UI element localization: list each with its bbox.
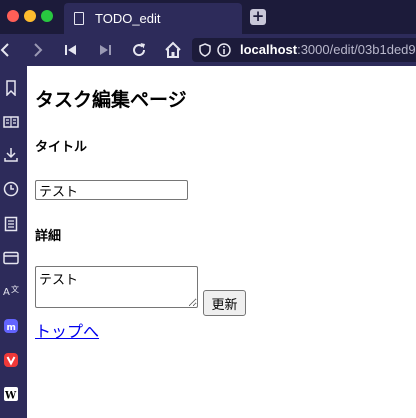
back-button[interactable] bbox=[0, 39, 12, 61]
window-titlebar: TODO_edit + bbox=[0, 0, 416, 34]
bookmark-icon[interactable] bbox=[2, 79, 20, 97]
fast-forward-icon bbox=[100, 45, 111, 55]
notes-icon[interactable] bbox=[2, 215, 20, 233]
browser-sidebar: A文 m W bbox=[0, 66, 27, 418]
info-icon bbox=[217, 43, 231, 57]
page-icon bbox=[74, 12, 84, 25]
address-bar[interactable]: localhost:3000/edit/03b1ded9 bbox=[192, 38, 416, 62]
reload-button[interactable] bbox=[129, 39, 149, 61]
home-button[interactable] bbox=[162, 39, 184, 61]
vivaldi-icon[interactable] bbox=[2, 351, 20, 369]
page-title: タスク編集ページ bbox=[35, 89, 187, 111]
reload-icon bbox=[133, 43, 146, 57]
navigation-toolbar: localhost:3000/edit/03b1ded9 bbox=[0, 34, 416, 66]
history-icon[interactable] bbox=[2, 180, 20, 198]
tab-title: TODO_edit bbox=[95, 11, 161, 26]
update-button[interactable]: 更新 bbox=[203, 290, 246, 316]
svg-text:文: 文 bbox=[11, 284, 19, 294]
page-content: タスク編集ページ タイトル 詳細 テスト 更新 トップへ bbox=[27, 66, 416, 418]
title-input[interactable] bbox=[35, 180, 188, 200]
reading-list-icon[interactable] bbox=[2, 113, 20, 131]
rewind-button[interactable] bbox=[62, 39, 80, 61]
back-arrow-icon bbox=[0, 43, 9, 57]
translate-icon[interactable]: A文 bbox=[2, 282, 20, 300]
browser-tab[interactable]: TODO_edit bbox=[64, 3, 242, 34]
maximize-window-button[interactable] bbox=[41, 10, 53, 22]
detail-label: 詳細 bbox=[35, 229, 62, 244]
svg-text:W: W bbox=[4, 391, 17, 402]
back-to-top-link[interactable]: トップへ bbox=[35, 318, 99, 342]
url-path: :3000/edit/03b1ded9 bbox=[297, 42, 416, 57]
forward-button[interactable] bbox=[30, 39, 46, 61]
new-tab-button[interactable]: + bbox=[250, 9, 266, 25]
wikipedia-icon[interactable]: W bbox=[2, 385, 20, 403]
shield-icon bbox=[199, 43, 211, 57]
home-icon bbox=[165, 41, 181, 58]
window-icon[interactable] bbox=[2, 249, 20, 267]
url-text: localhost:3000/edit/03b1ded9 bbox=[240, 42, 416, 57]
forward-arrow-icon bbox=[34, 43, 43, 57]
downloads-icon[interactable] bbox=[2, 146, 20, 164]
url-host: localhost bbox=[240, 42, 298, 57]
mastodon-icon[interactable]: m bbox=[2, 317, 20, 335]
svg-text:A: A bbox=[3, 287, 10, 298]
svg-text:m: m bbox=[7, 323, 16, 333]
fast-forward-button[interactable] bbox=[96, 39, 114, 61]
minimize-window-button[interactable] bbox=[24, 10, 36, 22]
close-window-button[interactable] bbox=[7, 10, 19, 22]
detail-textarea[interactable]: テスト bbox=[35, 266, 198, 308]
rewind-icon bbox=[65, 45, 76, 55]
title-label: タイトル bbox=[35, 140, 88, 155]
